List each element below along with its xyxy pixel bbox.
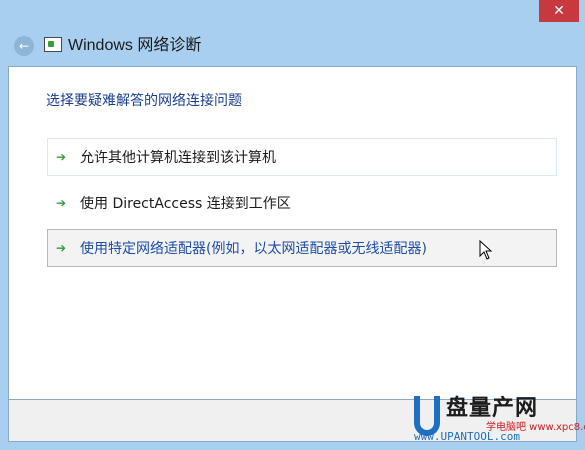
green-arrow-icon: ➔	[56, 196, 67, 210]
option-allow-incoming-connections[interactable]: ➔ 允许其他计算机连接到该计算机	[47, 138, 557, 176]
close-icon: ✕	[553, 3, 565, 19]
network-diagnostics-window: ✕ ← Windows 网络诊断 选择要疑难解答的网络连接问题 ➔ 允许其他计算…	[0, 0, 585, 450]
watermark-url: www.UPANTOOL.com	[414, 430, 520, 443]
option-label: 使用 DirectAccess 连接到工作区	[80, 196, 291, 212]
watermark-brand: 盘量产网	[446, 396, 539, 421]
back-arrow-icon: ←	[18, 39, 30, 53]
green-arrow-icon: ➔	[56, 150, 67, 164]
page-prompt: 选择要疑难解答的网络连接问题	[46, 93, 242, 109]
title-bar[interactable]: ✕	[0, 0, 585, 28]
window-header: ← Windows 网络诊断	[8, 28, 577, 66]
content-panel: 选择要疑难解答的网络连接问题 ➔ 允许其他计算机连接到该计算机 ➔ 使用 Dir…	[8, 66, 577, 400]
window-title: Windows 网络诊断	[68, 37, 202, 54]
mouse-cursor-icon	[479, 240, 493, 260]
close-button[interactable]: ✕	[539, 0, 579, 22]
watermark-logo: 盘量产网 学电脑吧 www.xpc8.com www.UPANTOOL.com	[414, 396, 585, 446]
option-label: 允许其他计算机连接到该计算机	[80, 150, 276, 166]
option-directaccess[interactable]: ➔ 使用 DirectAccess 连接到工作区	[47, 184, 557, 222]
network-diagnostics-icon	[44, 37, 62, 52]
back-button[interactable]: ←	[14, 36, 34, 56]
option-label: 使用特定网络适配器(例如，以太网适配器或无线适配器)	[80, 241, 427, 257]
green-arrow-icon: ➔	[56, 241, 67, 255]
